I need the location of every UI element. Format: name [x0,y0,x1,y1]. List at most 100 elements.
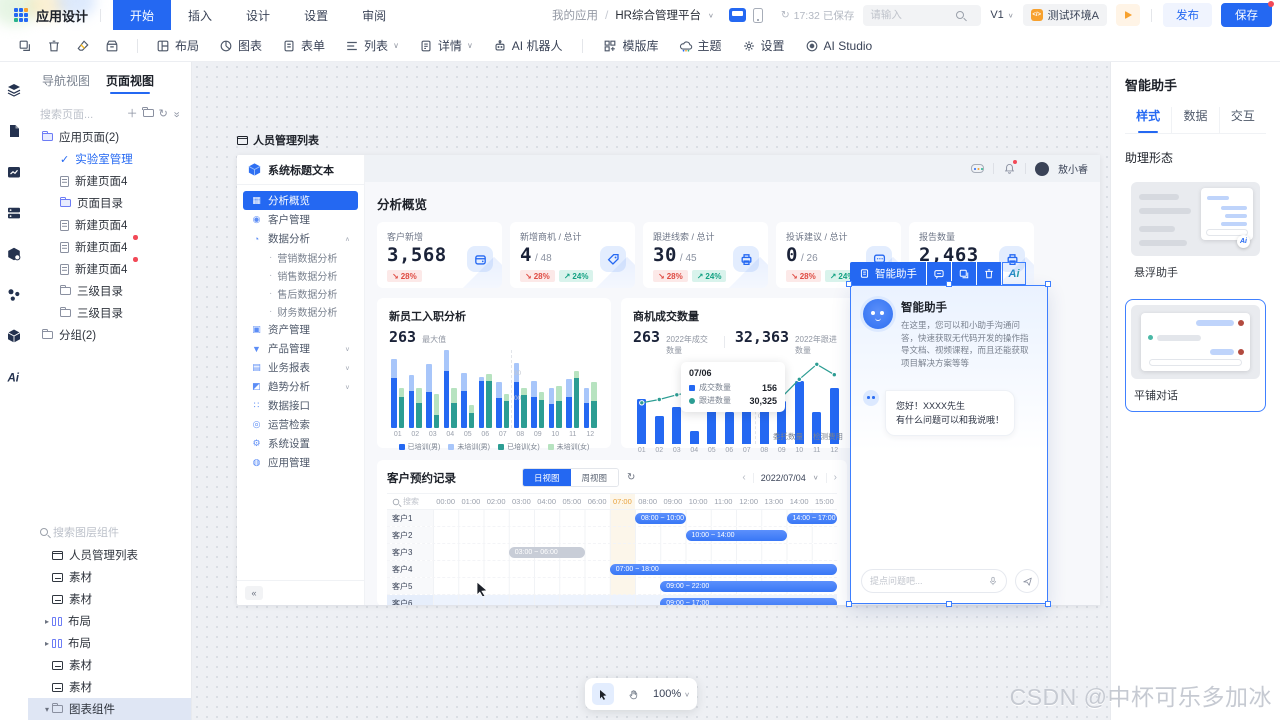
layer-item[interactable]: 人员管理列表 [28,544,191,566]
ribbon-item-gear[interactable]: 设置 [733,34,794,58]
panel-tab-页面视图[interactable]: 页面视图 [106,72,154,94]
desktop-preview-icon[interactable] [729,8,746,22]
rail-nodes-icon[interactable] [6,287,22,306]
gantt-row[interactable]: 客户303:00 ~ 06:00 [387,544,837,561]
mock-nav-item[interactable]: ⚙系统设置 [243,434,358,453]
gantt-bar[interactable]: 09:00 ~ 22:00 [660,581,837,592]
gantt-search[interactable]: 搜索 [387,494,433,509]
version-selector[interactable]: V1∨ [990,9,1013,21]
assistant-mode-option-悬浮助手[interactable]: Ai悬浮助手 [1125,176,1266,289]
rail-cube-icon[interactable] [6,328,22,347]
rail-chart-icon[interactable] [6,164,22,183]
gantt-view-日视图[interactable]: 日视图 [523,469,571,486]
ribbon-item-robot[interactable]: AI 机器人 [484,34,572,58]
global-search-input[interactable] [870,9,956,21]
trash-button[interactable] [41,34,67,58]
resize-handle-ne[interactable] [1045,281,1051,287]
gantt-card-appointments[interactable]: 客户预约记录 日视图周视图 ↻ ‹ 2022/07/04 ∨ › 搜索00:00… [377,460,847,605]
mock-nav-item[interactable]: ◎运营检索 [243,415,358,434]
mock-nav-item[interactable]: ◔数据分析∧ [243,229,358,248]
mock-nav-item[interactable]: 销售数据分析 [243,266,358,284]
rail-layers-icon[interactable] [6,82,22,101]
gantt-bar[interactable]: 09:00 ~ 17:00 [660,598,837,606]
breadcrumb-caret-icon[interactable]: ∨ [708,11,714,18]
gantt-next-icon[interactable]: › [834,472,837,483]
tree-item[interactable]: 分组(2) [28,324,191,346]
mock-nav-item[interactable]: ◩趋势分析∨ [243,377,358,396]
run-button[interactable] [1116,4,1140,26]
ribbon-item-form[interactable]: 表单 [273,34,334,58]
tree-item[interactable]: 应用页面(2) [28,126,191,148]
layer-item[interactable]: 素材 [28,566,191,588]
layer-item[interactable]: ▾图表组件 [28,698,191,720]
ribbon-item-chart[interactable]: 图表 [210,34,271,58]
send-button[interactable] [1015,569,1039,593]
layer-item[interactable]: 素材 [28,588,191,610]
mock-nav-item[interactable]: 营销数据分析 [243,248,358,266]
properties-tab-交互[interactable]: 交互 [1219,107,1266,133]
mock-nav-item[interactable]: ▼产品管理∨ [243,339,358,358]
archive-button[interactable] [99,34,125,58]
mock-nav-item[interactable]: ◉客户管理 [243,210,358,229]
refresh-icon[interactable]: ↻ [159,109,168,120]
tree-item[interactable]: 新建页面4 [28,236,191,258]
resize-handle-se[interactable] [1045,601,1051,607]
eraser-button[interactable] [70,34,96,58]
layer-search[interactable]: 搜索图层组件 [28,519,191,544]
page-search[interactable]: 搜索页面... ＋ ↻ » [28,101,191,126]
gantt-row[interactable]: 客户108:00 ~ 10:0014:00 ~ 17:00 [387,510,837,527]
mock-nav-item[interactable]: ◍应用管理 [243,453,358,472]
gantt-bar[interactable]: 14:00 ~ 17:00 [787,513,838,524]
copy-button[interactable] [12,34,38,58]
user-avatar[interactable] [1035,162,1049,176]
canvas-page-label[interactable]: 人员管理列表 [237,132,319,148]
global-search[interactable] [863,5,981,26]
chevron-right-icon[interactable]: ▸ [42,639,52,648]
tree-item[interactable]: 三级目录 [28,280,191,302]
assistant-mode-option-平铺对话[interactable]: 平铺对话 [1125,299,1266,412]
ribbon-item-aistudio[interactable]: AI Studio [796,34,882,58]
ai-magic-button[interactable]: Ai [1002,262,1026,285]
tree-item[interactable]: 三级目录 [28,302,191,324]
menu-tab-设计[interactable]: 设计 [229,0,287,30]
save-button[interactable]: 保存 [1221,3,1272,27]
stat-card[interactable]: 新增商机 / 总计4/ 48↘28%↗24% [510,222,635,288]
add-page-icon[interactable]: ＋ [127,109,138,120]
rail-ai-icon[interactable]: Ai [6,369,22,388]
microphone-icon[interactable] [988,575,998,587]
properties-tab-样式[interactable]: 样式 [1125,107,1171,133]
tree-item[interactable]: 页面目录 [28,192,191,214]
gantt-date-caret-icon[interactable]: ∨ [813,474,819,481]
stat-card[interactable]: 跟进线索 / 总计30/ 45↘28%↗24% [643,222,768,288]
ai-chat-input[interactable] [861,569,1007,593]
collapse-all-icon[interactable]: » [170,111,181,117]
layer-item[interactable]: ▸布局 [28,632,191,654]
breadcrumb-parent[interactable]: 我的应用 [552,7,598,23]
publish-button[interactable]: 发布 [1163,3,1212,27]
chart-card-deals[interactable]: 商机成交数量 2632022年成交数量32,3632022年跟进数量 00 00… [621,298,855,448]
gantt-view-周视图[interactable]: 周视图 [571,469,619,486]
select-tool[interactable] [592,683,614,705]
chevron-right-icon[interactable]: ▸ [42,617,52,626]
resize-handle-nw[interactable] [846,281,852,287]
ai-assistant-toolbar-button[interactable]: 智能助手 [850,262,926,285]
ribbon-item-layout[interactable]: 布局 [147,34,208,58]
ribbon-item-detail[interactable]: 详情∨ [410,34,482,58]
rail-list-icon[interactable] [6,205,22,224]
add-folder-icon[interactable] [143,109,154,120]
tree-item[interactable]: 新建页面4 [28,258,191,280]
ai-assistant-widget[interactable]: 智能助手 在这里，您可以和小助手沟通问答，快速获取无代码开发的操作指导文档、视频… [850,285,1048,604]
resize-handle-n[interactable] [946,281,952,287]
menu-tab-设置[interactable]: 设置 [287,0,345,30]
rail-package-icon[interactable] [6,246,22,265]
breadcrumb-current[interactable]: HR综合管理平台 [615,7,701,23]
ai-chat-input-field[interactable] [870,576,988,586]
gantt-bar[interactable]: 10:00 ~ 14:00 [686,530,787,541]
mobile-preview-icon[interactable] [753,8,763,23]
layer-item[interactable]: 素材 [28,654,191,676]
ribbon-item-list[interactable]: 列表∨ [336,34,408,58]
mock-nav-item[interactable]: ▣资产管理 [243,320,358,339]
resize-handle-sw[interactable] [846,601,852,607]
search-icon[interactable] [956,11,964,19]
properties-tab-数据[interactable]: 数据 [1171,107,1218,133]
